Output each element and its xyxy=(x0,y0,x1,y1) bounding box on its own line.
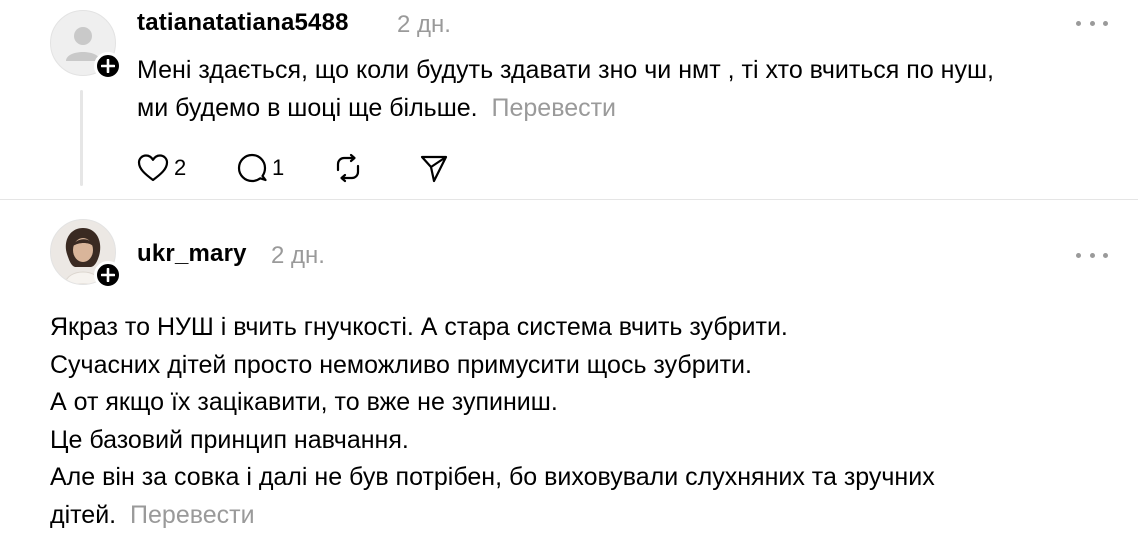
more-options-icon[interactable] xyxy=(1076,13,1108,33)
comment-text: Мені здається, що коли будуть здавати зн… xyxy=(137,51,994,127)
follow-button[interactable] xyxy=(94,261,122,289)
comment-icon xyxy=(237,153,267,183)
text-line: А от якщо їх зацікавити, то вже не зупин… xyxy=(50,388,558,416)
username[interactable]: tatianatatiana5488 xyxy=(137,9,349,37)
comment-2: ukr_mary 2 дн. Якраз то НУШ і вчить гнуч… xyxy=(0,200,1138,550)
share-button[interactable] xyxy=(418,148,450,188)
timestamp[interactable]: 2 дн. xyxy=(271,242,325,270)
like-button[interactable]: 2 xyxy=(136,148,186,188)
comment-text: Якраз то НУШ і вчить гнучкості. А стара … xyxy=(50,309,935,534)
comment-1: tatianatatiana5488 2 дн. Мені здається, … xyxy=(0,0,1138,200)
timestamp[interactable]: 2 дн. xyxy=(397,11,451,39)
translate-link[interactable]: Перевести xyxy=(130,501,255,529)
reply-button[interactable]: 1 xyxy=(236,148,284,188)
repost-icon xyxy=(336,153,360,183)
heart-icon xyxy=(137,154,169,182)
follow-button[interactable] xyxy=(94,52,122,80)
username[interactable]: ukr_mary xyxy=(137,240,247,268)
more-options-icon[interactable] xyxy=(1076,245,1108,265)
like-count: 2 xyxy=(174,155,187,180)
reply-count: 1 xyxy=(272,155,285,180)
plus-icon xyxy=(101,59,115,73)
translate-link[interactable]: Перевести xyxy=(492,94,617,122)
plus-icon xyxy=(101,268,115,282)
avatar-2[interactable] xyxy=(50,219,122,289)
text-line-last: ми будемо в шоці ще більше. Перевести xyxy=(137,94,617,122)
text-line-last: дітей. Перевести xyxy=(50,500,255,529)
text-line: Якраз то НУШ і вчить гнучкості. А стара … xyxy=(50,313,788,341)
text-line: Але він за совка і далі не був потрібен,… xyxy=(50,463,935,491)
thread-line xyxy=(80,90,83,186)
repost-button[interactable] xyxy=(332,148,364,188)
avatar-1[interactable] xyxy=(50,10,122,80)
text-line: Мені здається, що коли будуть здавати зн… xyxy=(137,56,994,84)
send-icon xyxy=(420,155,448,183)
text-line: Це базовий принцип навчання. xyxy=(50,425,409,454)
text-line: Сучасних дітей просто неможливо примусит… xyxy=(50,350,752,379)
